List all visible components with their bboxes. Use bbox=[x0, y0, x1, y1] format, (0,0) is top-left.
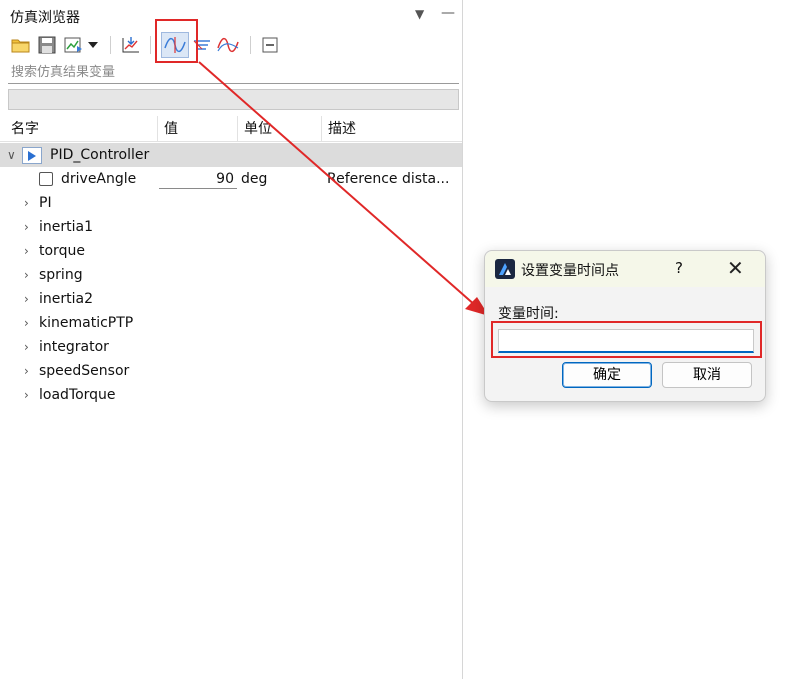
panel-titlebar: 仿真浏览器 ▼ — bbox=[0, 0, 463, 32]
panel-menu-icon[interactable]: ▼ bbox=[415, 7, 424, 21]
tree-root-label: PID_Controller bbox=[50, 147, 150, 163]
tree-item-spring[interactable]: › spring bbox=[0, 263, 462, 287]
filter-lines-icon[interactable] bbox=[190, 33, 214, 57]
tree-item-inertia1[interactable]: › inertia1 bbox=[0, 215, 462, 239]
tree-item-integrator[interactable]: › integrator bbox=[0, 335, 462, 359]
tree-item-kinematicptp[interactable]: › kinematicPTP bbox=[0, 311, 462, 335]
tree-item-loadtorque[interactable]: › loadTorque bbox=[0, 383, 462, 407]
set-time-point-dialog: 设置变量时间点 ? ✕ 变量时间: 确定 取消 bbox=[484, 250, 766, 402]
import-result-icon[interactable] bbox=[119, 33, 143, 57]
simulation-browser-panel: 仿真浏览器 ▼ — 搜索仿真结果变量 名字 值 单位 描述 ∨ PID_Cont… bbox=[0, 0, 463, 679]
panel-minimize-icon[interactable]: — bbox=[441, 5, 455, 21]
play-icon bbox=[22, 147, 42, 164]
time-input[interactable] bbox=[498, 329, 754, 353]
tree-item-label: PI bbox=[39, 195, 52, 211]
open-folder-icon[interactable] bbox=[9, 33, 33, 57]
time-point-curve-icon[interactable] bbox=[161, 32, 189, 58]
chevron-down-icon[interactable] bbox=[85, 33, 101, 57]
table-header: 名字 值 单位 描述 bbox=[0, 116, 462, 142]
tree-item-label: speedSensor bbox=[39, 363, 130, 379]
column-header-description[interactable]: 描述 bbox=[322, 116, 462, 142]
tree-root-pid-controller[interactable]: ∨ PID_Controller bbox=[0, 143, 462, 167]
chevron-right-icon[interactable]: › bbox=[24, 311, 29, 335]
tree-item-pi[interactable]: › PI bbox=[0, 191, 462, 215]
tree-item-label: inertia1 bbox=[39, 219, 93, 235]
tree-row-drive-angle: driveAngle 90 deg Reference dista... bbox=[0, 167, 462, 191]
variable-checkbox[interactable] bbox=[39, 172, 53, 186]
chevron-right-icon[interactable]: › bbox=[24, 335, 29, 359]
column-header-value[interactable]: 值 bbox=[158, 116, 238, 142]
variable-name: driveAngle bbox=[61, 171, 137, 187]
chevron-right-icon[interactable]: › bbox=[24, 359, 29, 383]
dialog-title: 设置变量时间点 bbox=[521, 263, 619, 279]
chevron-right-icon[interactable]: › bbox=[24, 263, 29, 287]
tree-item-label: kinematicPTP bbox=[39, 315, 134, 331]
tree-item-label: inertia2 bbox=[39, 291, 93, 307]
tree-item-torque[interactable]: › torque bbox=[0, 239, 462, 263]
toolbar bbox=[0, 32, 463, 58]
dialog-titlebar: 设置变量时间点 ? ✕ bbox=[485, 251, 765, 287]
tree-item-inertia2[interactable]: › inertia2 bbox=[0, 287, 462, 311]
ok-button[interactable]: 确定 bbox=[562, 362, 652, 388]
chevron-down-icon[interactable]: ∨ bbox=[7, 143, 16, 167]
column-header-name[interactable]: 名字 bbox=[5, 116, 158, 142]
close-icon[interactable]: ✕ bbox=[727, 256, 744, 280]
help-button[interactable]: ? bbox=[675, 259, 683, 277]
tree-item-label: loadTorque bbox=[39, 387, 116, 403]
tree-item-label: torque bbox=[39, 243, 85, 259]
column-header-unit[interactable]: 单位 bbox=[238, 116, 322, 142]
chevron-right-icon[interactable]: › bbox=[24, 287, 29, 311]
chevron-right-icon[interactable]: › bbox=[24, 239, 29, 263]
variable-description: Reference dista... bbox=[327, 171, 450, 187]
time-field-label: 变量时间: bbox=[498, 306, 559, 322]
export-plot-icon[interactable] bbox=[62, 33, 86, 57]
variable-unit: deg bbox=[241, 171, 268, 187]
chevron-right-icon[interactable]: › bbox=[24, 215, 29, 239]
curve-compare-icon[interactable] bbox=[216, 33, 240, 57]
tree-item-speedsensor[interactable]: › speedSensor bbox=[0, 359, 462, 383]
panel-title: 仿真浏览器 bbox=[10, 10, 80, 26]
progress-bar bbox=[8, 89, 459, 110]
chevron-right-icon[interactable]: › bbox=[24, 383, 29, 407]
collapse-all-icon[interactable] bbox=[258, 33, 282, 57]
cancel-button[interactable]: 取消 bbox=[662, 362, 752, 388]
variable-value[interactable]: 90 bbox=[159, 169, 237, 189]
app-logo-icon bbox=[495, 259, 515, 279]
tree-item-label: spring bbox=[39, 267, 83, 283]
chevron-right-icon[interactable]: › bbox=[24, 191, 29, 215]
tree-item-label: integrator bbox=[39, 339, 109, 355]
search-input[interactable] bbox=[8, 61, 459, 84]
save-icon[interactable] bbox=[35, 33, 59, 57]
